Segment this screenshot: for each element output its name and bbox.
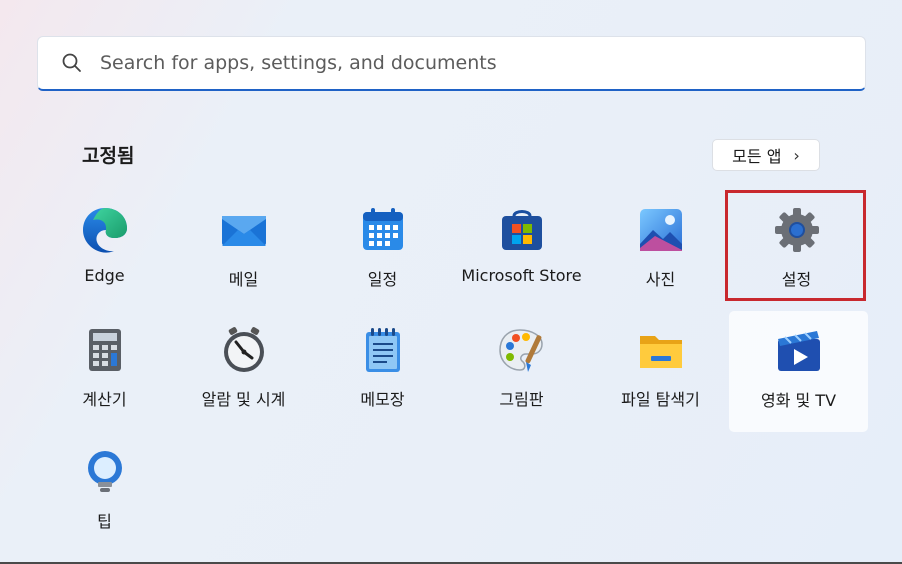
- clock-icon: [223, 327, 264, 372]
- calendar-icon: [362, 208, 403, 250]
- mail-icon: [221, 216, 266, 246]
- app-tile-movies-tv[interactable]: 영화 및 TV: [729, 311, 868, 432]
- app-label: 알람 및 시계: [201, 390, 286, 409]
- app-tile-file-explorer[interactable]: 파일 탐색기: [591, 310, 730, 422]
- app-tile-tips[interactable]: 팁: [35, 432, 174, 544]
- app-label: 파일 탐색기: [621, 390, 700, 409]
- app-label: 메모장: [360, 390, 405, 409]
- edge-icon: [82, 208, 127, 253]
- folder-icon: [639, 336, 682, 368]
- tips-icon: [87, 451, 122, 492]
- app-label: 팁: [97, 512, 112, 531]
- app-tile-paint[interactable]: 그림판: [452, 310, 591, 422]
- paint-icon: [498, 329, 543, 372]
- app-tile-photos[interactable]: 사진: [591, 190, 730, 302]
- app-tile-clock[interactable]: 알람 및 시계: [174, 310, 313, 422]
- notepad-icon: [365, 328, 400, 372]
- app-label: 일정: [367, 270, 398, 289]
- photos-icon: [639, 209, 682, 251]
- search-icon: [62, 53, 81, 72]
- app-label: 계산기: [82, 390, 127, 409]
- app-label: 사진: [645, 270, 676, 289]
- app-label: 설정: [781, 270, 812, 289]
- app-label: 그림판: [499, 390, 544, 409]
- search-box[interactable]: [37, 36, 866, 91]
- search-input[interactable]: [100, 37, 840, 89]
- app-label: 영화 및 TV: [760, 391, 837, 410]
- app-label: Edge: [84, 266, 125, 285]
- pinned-title: 고정됨: [82, 145, 135, 167]
- calculator-icon: [88, 329, 121, 371]
- app-tile-mail[interactable]: 메일: [174, 190, 313, 302]
- app-tile-calendar[interactable]: 일정: [313, 190, 452, 302]
- app-tile-settings[interactable]: 설정: [727, 190, 866, 302]
- movies-icon: [777, 331, 820, 371]
- app-tile-store[interactable]: Microsoft Store: [452, 190, 591, 302]
- chevron-right-icon: ›: [793, 145, 800, 165]
- app-tile-edge[interactable]: Edge: [35, 190, 174, 302]
- all-apps-label: 모든 앱: [732, 147, 782, 166]
- all-apps-button[interactable]: 모든 앱 ›: [712, 139, 820, 171]
- app-label: 메일: [228, 270, 259, 289]
- gear-icon: [774, 208, 819, 252]
- app-tile-calculator[interactable]: 계산기: [35, 310, 174, 422]
- store-icon: [501, 210, 542, 250]
- app-tile-notepad[interactable]: 메모장: [313, 310, 452, 422]
- app-label: Microsoft Store: [461, 266, 582, 285]
